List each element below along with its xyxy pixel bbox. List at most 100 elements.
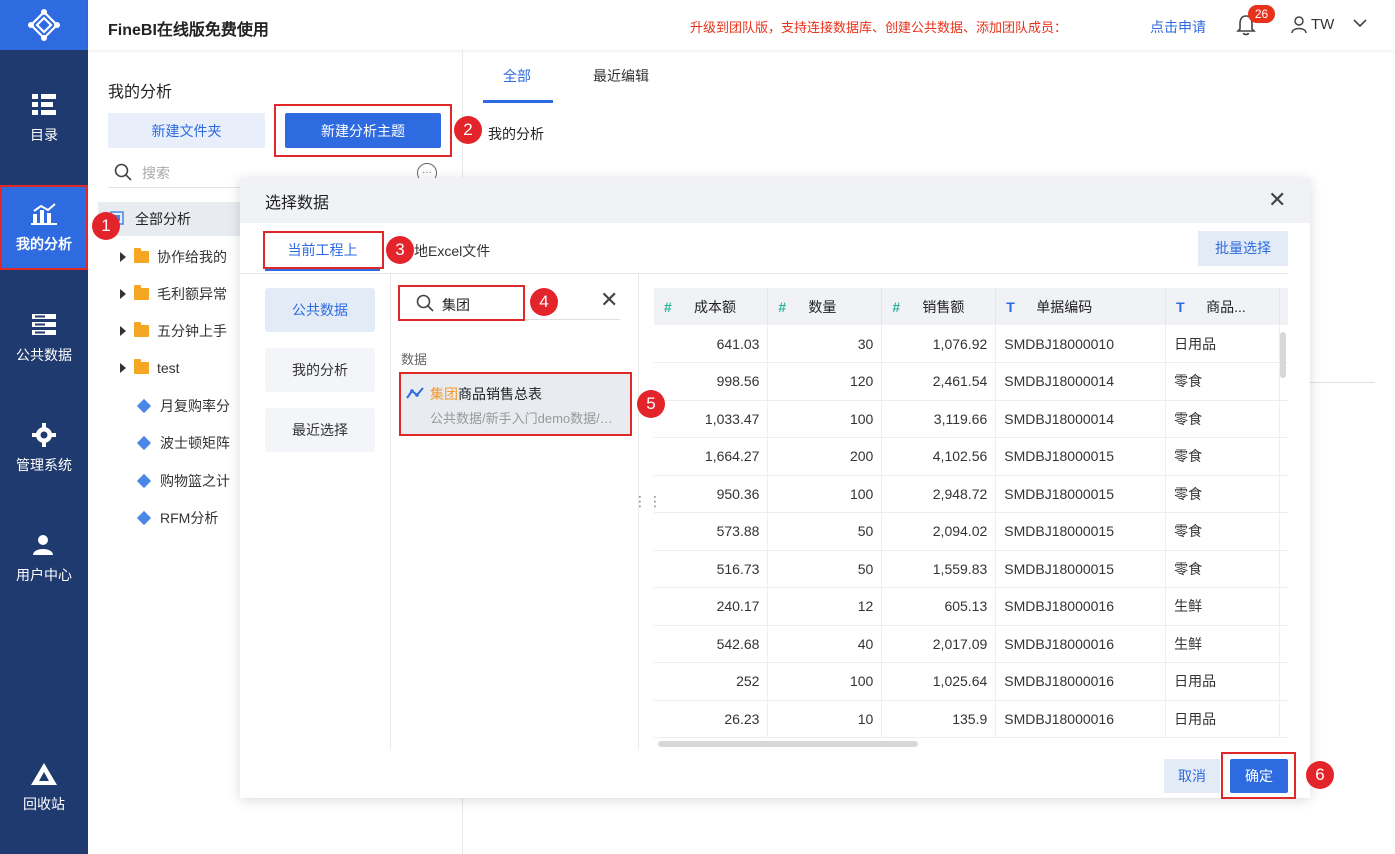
step-marker: 5: [637, 390, 665, 418]
tree-item[interactable]: 五分钟上手: [120, 321, 227, 341]
column-header[interactable]: # 成本额: [654, 288, 769, 325]
dialog-header: [240, 178, 1310, 223]
user-name[interactable]: TW: [1311, 16, 1334, 33]
table-cell: SMDBJ18000015: [995, 475, 1167, 513]
expand-triangle-icon[interactable]: [120, 252, 126, 262]
nav-item-admin[interactable]: 管理系统: [0, 394, 88, 504]
table-cell: 50: [767, 550, 883, 588]
table-cell: 100: [767, 662, 883, 701]
table-cell: 1,076.92: [881, 325, 997, 363]
step-marker: 6: [1306, 761, 1334, 789]
logo[interactable]: [0, 0, 88, 50]
expand-triangle-icon[interactable]: [120, 326, 126, 336]
table-cell: 4,102.56: [881, 437, 997, 476]
table-row: 516.73501,559.83SMDBJ18000015零食嘉士利: [654, 550, 1288, 588]
highlight-box: [274, 104, 452, 157]
table-cell: 2,017.09: [881, 625, 997, 663]
cancel-button[interactable]: 取消: [1164, 759, 1220, 793]
table-cell: SMDBJ18000015: [995, 550, 1167, 588]
table-cell: 零食: [1165, 362, 1280, 401]
table-cell: 零食: [1165, 550, 1280, 588]
nav-label: 回收站: [23, 796, 65, 812]
nav-item-recycle[interactable]: 回收站: [0, 733, 88, 843]
table-cell: 573.88: [654, 512, 769, 551]
table-row: 542.68402,017.09SMDBJ18000016生鲜本地小: [654, 625, 1288, 663]
column-header[interactable]: T 商品...: [1165, 288, 1280, 325]
table-cell: 家之寓: [1279, 700, 1288, 738]
close-icon[interactable]: ✕: [1268, 189, 1286, 211]
tree-item[interactable]: 波士顿矩阵: [136, 433, 230, 453]
recycle-icon: [31, 762, 57, 786]
table-row: 2521001,025.64SMDBJ18000016日用品家之寓: [654, 662, 1288, 701]
column-header-label: 单据编码: [1036, 298, 1093, 315]
nav-item-my-analysis[interactable]: 我的分析: [0, 185, 88, 270]
dialog-title: 选择数据: [265, 195, 330, 212]
column-header[interactable]: # 销售额: [881, 288, 997, 325]
chart-icon: [31, 202, 57, 226]
horizontal-scrollbar[interactable]: [658, 741, 918, 747]
table-cell: 1,664.27: [654, 437, 769, 476]
table-cell: 542.68: [654, 625, 769, 663]
tab-local-excel[interactable]: 地Excel文件: [414, 241, 490, 261]
divider: [390, 274, 391, 749]
notification-badge: 26: [1248, 5, 1275, 23]
column-header[interactable]: T商: [1279, 288, 1288, 325]
tab-all[interactable]: 全部: [503, 66, 531, 86]
category-my-analysis[interactable]: 我的分析: [265, 348, 375, 392]
category-recent[interactable]: 最近选择: [265, 408, 375, 452]
tree-item[interactable]: 毛利额异常: [120, 284, 227, 304]
tree-item[interactable]: 协作给我的: [120, 247, 227, 267]
column-header-label: 数量: [808, 298, 837, 315]
table-cell: 641.03: [654, 325, 769, 363]
table-cell: 120: [767, 362, 883, 401]
table-cell: 100: [767, 475, 883, 513]
apply-link[interactable]: 点击申请: [1150, 17, 1206, 37]
active-tab-indicator: [483, 100, 553, 103]
nav-item-user-center[interactable]: 用户中心: [0, 504, 88, 614]
panel-title: 我的分析: [108, 84, 173, 101]
tab-recent-edit[interactable]: 最近编辑: [593, 66, 649, 86]
user-avatar-icon[interactable]: [1291, 16, 1307, 34]
tree-item[interactable]: 月复购率分: [136, 396, 230, 416]
table-row: 641.03301,076.92SMDBJ18000010日用品微爽日用: [654, 325, 1288, 363]
search-placeholder: 搜索: [142, 165, 170, 181]
chevron-down-icon[interactable]: [1353, 18, 1367, 28]
clear-icon[interactable]: ✕: [600, 289, 618, 311]
column-header[interactable]: # 数量: [767, 288, 883, 325]
step-marker: 4: [530, 288, 558, 316]
nav-label: 用户中心: [16, 567, 72, 583]
expand-triangle-icon[interactable]: [120, 289, 126, 299]
nav-item-catalog[interactable]: 目录: [0, 64, 88, 174]
tree-item-label: 协作给我的: [157, 249, 227, 265]
batch-select-button[interactable]: 批量选择: [1198, 231, 1288, 266]
nav-item-public-data[interactable]: 公共数据: [0, 284, 88, 394]
table-cell: 10: [767, 700, 883, 738]
table-cell: 200: [767, 437, 883, 476]
number-field-icon: #: [892, 298, 901, 315]
new-folder-button[interactable]: 新建文件夹: [108, 113, 265, 148]
table-cell: 30: [767, 325, 883, 363]
table-cell: 日用品: [1165, 662, 1280, 701]
tree-item[interactable]: 购物篮之计: [136, 471, 230, 491]
number-field-icon: #: [778, 298, 787, 315]
table-row: 950.361002,948.72SMDBJ18000015零食丽芝士: [654, 475, 1288, 513]
table-cell: 生鲜: [1165, 587, 1280, 626]
tree-item[interactable]: test: [120, 358, 180, 378]
table-cell: SMDBJ18000016: [995, 700, 1167, 738]
vertical-scrollbar[interactable]: [1280, 332, 1286, 378]
table-cell: 240.17: [654, 587, 769, 626]
step-marker: 2: [454, 116, 482, 144]
folder-icon: [134, 248, 149, 263]
column-header[interactable]: T 单据编码: [995, 288, 1167, 325]
subject-icon: [136, 435, 152, 451]
table-cell: SMDBJ18000015: [995, 437, 1167, 476]
breadcrumb: 我的分析: [488, 126, 544, 142]
category-public-data[interactable]: 公共数据: [265, 288, 375, 332]
table-cell: 日用品: [1165, 700, 1280, 738]
table-cell: 三全96: [1279, 437, 1288, 476]
table-cell: 养乐多: [1279, 512, 1288, 551]
tree-item[interactable]: RFM分析: [136, 508, 218, 528]
subject-icon: [136, 510, 152, 526]
expand-triangle-icon[interactable]: [120, 363, 126, 373]
table-cell: 2,948.72: [881, 475, 997, 513]
